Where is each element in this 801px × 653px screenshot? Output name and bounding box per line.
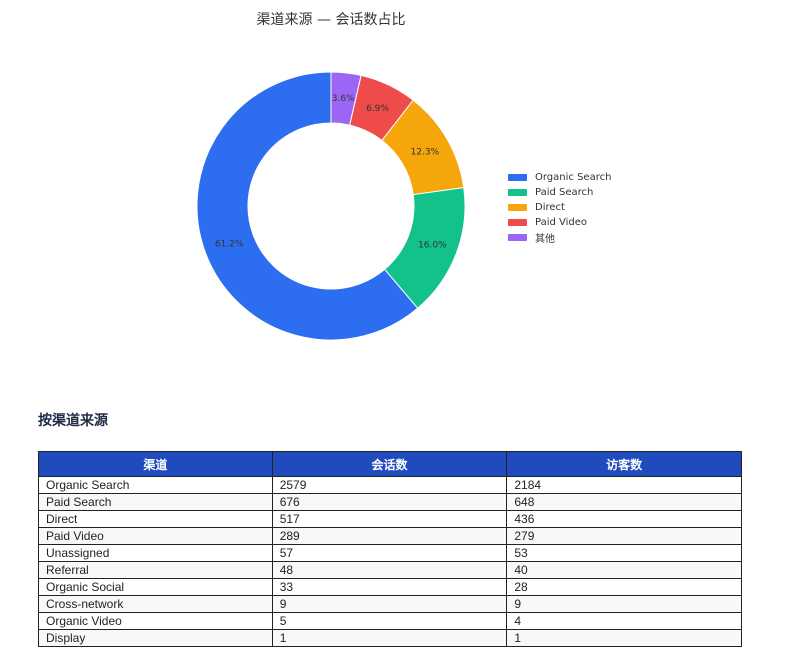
- legend-swatch: [508, 204, 527, 211]
- legend-item: Direct: [508, 200, 611, 215]
- donut-chart: 渠道来源 — 会话数占比 61.2% 16.0% 12.3% 6.9% 3.6% Org…: [0, 0, 801, 360]
- sessions-cell: 33: [271, 578, 508, 596]
- legend-item: 其他: [508, 230, 611, 245]
- legend-item: Paid Search: [508, 185, 611, 200]
- channel-table: 渠道 会话数 访客数 Organic Search 2579 2184 Paid Se…: [38, 451, 742, 647]
- channel-cell: Organic Search: [38, 476, 273, 494]
- table-row: Paid Video 289 279: [38, 527, 742, 545]
- column-header-visitors: 访客数: [506, 451, 742, 477]
- visitors-cell: 648: [506, 493, 742, 511]
- legend-label: Direct: [535, 202, 565, 213]
- channel-cell: Organic Social: [38, 578, 273, 596]
- legend-label: 其他: [535, 234, 555, 245]
- visitors-cell: 28: [506, 578, 742, 596]
- slice-percent-label: 61.2%: [215, 239, 244, 249]
- visitors-cell: 436: [506, 510, 742, 528]
- slice-percent-label: 12.3%: [411, 148, 440, 158]
- channel-cell: Cross-network: [38, 595, 273, 613]
- visitors-cell: 4: [506, 612, 742, 630]
- sessions-cell: 9: [271, 595, 508, 613]
- chart-legend: Organic Search Paid Search Direct Paid Vide…: [508, 170, 611, 245]
- channel-cell: Paid Search: [38, 493, 273, 511]
- channel-cell: Paid Video: [38, 527, 273, 545]
- table-row: Unassigned 57 53: [38, 544, 742, 562]
- legend-swatch: [508, 219, 527, 226]
- sessions-cell: 57: [271, 544, 508, 562]
- sessions-cell: 1: [271, 629, 508, 647]
- visitors-cell: 1: [506, 629, 742, 647]
- table-row: Organic Social 33 28: [38, 578, 742, 596]
- sessions-cell: 517: [271, 510, 508, 528]
- section-title: 按渠道来源: [38, 413, 108, 429]
- channel-cell: Unassigned: [38, 544, 273, 562]
- channel-cell: Display: [38, 629, 273, 647]
- column-header-sessions: 会话数: [271, 451, 508, 477]
- sessions-cell: 289: [271, 527, 508, 545]
- legend-swatch: [508, 234, 527, 241]
- visitors-cell: 279: [506, 527, 742, 545]
- legend-swatch: [508, 189, 527, 196]
- visitors-cell: 40: [506, 561, 742, 579]
- slice-percent-label: 3.6%: [332, 94, 355, 104]
- visitors-cell: 9: [506, 595, 742, 613]
- sessions-cell: 676: [271, 493, 508, 511]
- visitors-cell: 53: [506, 544, 742, 562]
- legend-label: Paid Search: [535, 187, 594, 198]
- table-row: Organic Search 2579 2184: [38, 476, 742, 494]
- table-row: Organic Video 5 4: [38, 612, 742, 630]
- channel-cell: Referral: [38, 561, 273, 579]
- donut-svg: 61.2% 16.0% 12.3% 6.9% 3.6%: [196, 71, 466, 341]
- table-header-row: 渠道 会话数 访客数: [38, 451, 742, 477]
- legend-label: Organic Search: [535, 172, 612, 183]
- sessions-cell: 5: [271, 612, 508, 630]
- sessions-cell: 2579: [271, 476, 508, 494]
- column-header-channel: 渠道: [38, 451, 273, 477]
- slice-percent-label: 16.0%: [418, 241, 447, 251]
- visitors-cell: 2184: [506, 476, 742, 494]
- legend-item: Organic Search: [508, 170, 611, 185]
- table-row: Direct 517 436: [38, 510, 742, 528]
- legend-label: Paid Video: [535, 217, 588, 228]
- slice-percent-label: 6.9%: [366, 104, 389, 114]
- legend-item: Paid Video: [508, 215, 611, 230]
- table-row: Cross-network 9 9: [38, 595, 742, 613]
- sessions-cell: 48: [271, 561, 508, 579]
- table-row: Display 1 1: [38, 629, 742, 647]
- channel-cell: Organic Video: [38, 612, 273, 630]
- table-row: Referral 48 40: [38, 561, 742, 579]
- channel-cell: Direct: [38, 510, 273, 528]
- table-row: Paid Search 676 648: [38, 493, 742, 511]
- legend-swatch: [508, 174, 527, 181]
